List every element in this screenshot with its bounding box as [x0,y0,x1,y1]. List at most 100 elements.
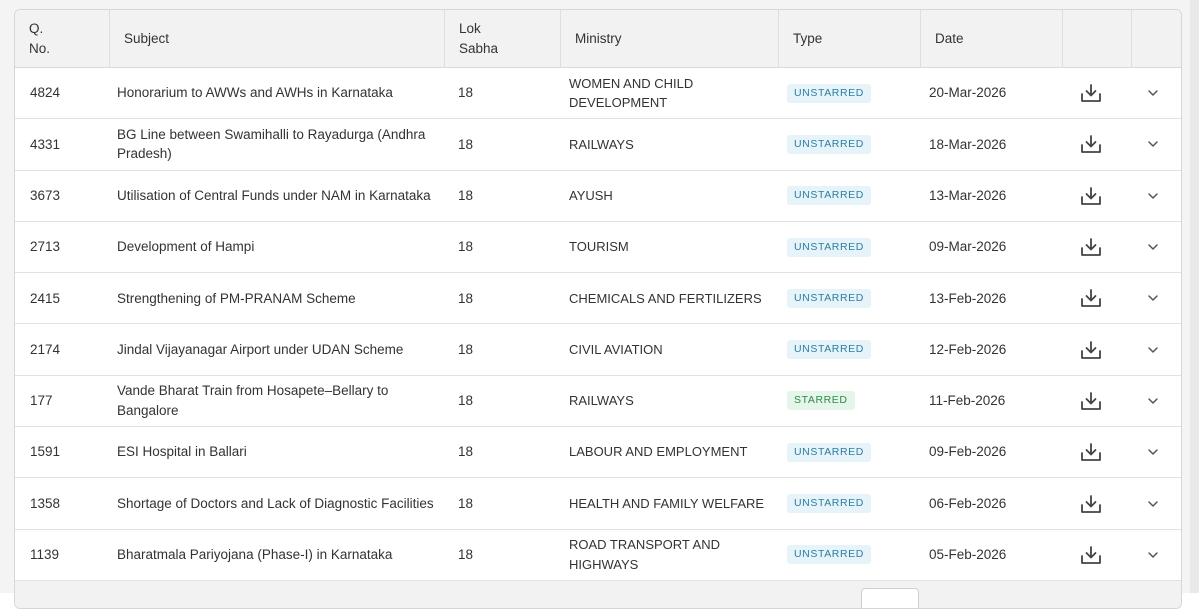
cell-ministry: WOMEN AND CHILD DEVELOPMENT [569,68,779,118]
cell-lok-sabha: 18 [458,325,558,375]
column-header-type[interactable]: Type [779,10,921,68]
qno-text: 2713 [30,239,61,255]
cell-lok-sabha: 18 [458,427,558,477]
qno-text: 1591 [30,444,61,460]
table-row[interactable]: 1139 Bharatmala Pariyojana (Phase-I) in K… [15,529,1181,581]
chevron-down-icon[interactable] [1147,551,1159,559]
cell-type: UNSTARRED [787,427,917,477]
page-size-select[interactable] [861,588,919,608]
cell-expand [1133,273,1173,323]
qno-text: 1139 [30,547,60,563]
download-icon[interactable] [1080,494,1102,514]
type-badge: UNSTARRED [787,288,871,308]
table-row[interactable]: 177 Vande Bharat Train from Hosapete–Bell… [15,375,1181,428]
lok-sabha-text: 18 [458,136,474,152]
ministry-text: RAILWAYS [569,136,634,152]
qno-text: 4331 [30,136,61,152]
column-header-qno[interactable]: Q. No. [15,10,110,68]
lok-sabha-text: 18 [458,290,474,306]
chevron-down-icon[interactable] [1147,500,1159,508]
date-text: 11-Feb-2026 [929,393,1006,409]
table-row[interactable]: 3673 Utilisation of Central Funds under N… [15,170,1181,222]
download-icon[interactable] [1080,545,1102,565]
table-row[interactable]: 2415 Strengthening of PM-PRANAM Scheme 18 C… [15,273,1181,325]
download-icon[interactable] [1080,134,1102,154]
column-header-lok-sabha-label: Lok Sabha [459,21,499,56]
table-row[interactable]: 4824 Honorarium to AWWs and AWHs in Karna… [15,68,1181,120]
cell-ministry: CHEMICALS AND FERTILIZERS [569,273,779,323]
table-row[interactable]: 1358 Shortage of Doctors and Lack of Diag… [15,478,1181,530]
qno-text: 1358 [30,495,61,511]
cell-ministry: RAILWAYS [569,119,779,169]
type-badge: UNSTARRED [787,186,871,206]
cell-expand [1133,427,1173,477]
date-text: 06-Feb-2026 [929,495,1007,511]
cell-date: 13-Feb-2026 [929,273,1059,323]
cell-lok-sabha: 18 [458,376,558,426]
ministry-text: RAILWAYS [569,393,634,409]
qno-text: 3673 [30,187,61,203]
column-header-date[interactable]: Date [921,10,1063,68]
cell-qno: 4824 [30,68,110,118]
ministry-text: CIVIL AVIATION [569,341,663,357]
cell-download [1063,376,1119,426]
download-icon[interactable] [1080,237,1102,257]
lok-sabha-text: 18 [458,393,474,409]
chevron-down-icon[interactable] [1147,243,1159,251]
table-row[interactable]: 1591 ESI Hospital in Ballari 18 LABOUR AND … [15,427,1181,479]
chevron-down-icon[interactable] [1147,192,1159,200]
cell-ministry: AYUSH [569,171,779,221]
table-row[interactable]: 4331 BG Line between Swamihalli to Rayadu… [15,119,1181,171]
table-row[interactable]: 2713 Development of Hampi 18 TOURISM UNSTARR… [15,221,1181,274]
column-header-lok-sabha[interactable]: Lok Sabha [445,10,561,68]
subject-text: Utilisation of Central Funds under NAM i… [117,187,431,203]
subject-text: Strengthening of PM-PRANAM Scheme [117,290,356,306]
chevron-down-icon[interactable] [1147,294,1159,302]
column-header-subject[interactable]: Subject [110,10,445,68]
date-text: 13-Mar-2026 [929,187,1007,203]
cell-download [1063,478,1119,528]
subject-text: Honorarium to AWWs and AWHs in Karnataka [117,85,393,101]
cell-type: UNSTARRED [787,530,917,580]
questions-table: Q. No. Subject Lok Sabha Ministry Type D… [14,9,1182,609]
column-header-ministry[interactable]: Ministry [561,10,779,68]
type-badge: UNSTARRED [787,83,871,103]
cell-type: UNSTARRED [787,171,917,221]
cell-lok-sabha: 18 [458,530,558,580]
cell-date: 05-Feb-2026 [929,530,1059,580]
chevron-down-icon[interactable] [1147,448,1159,456]
column-header-expand [1132,10,1181,68]
table-row[interactable]: 2174 Jindal Vijayanagar Airport under UDA… [15,324,1181,376]
type-badge: UNSTARRED [787,237,871,257]
qno-text: 2174 [30,341,61,357]
column-header-ministry-label: Ministry [575,31,622,46]
cell-subject: BG Line between Swamihalli to Rayadurga … [117,119,447,169]
cell-type: UNSTARRED [787,68,917,118]
cell-qno: 177 [30,376,110,426]
cell-date: 20-Mar-2026 [929,68,1059,118]
download-icon[interactable] [1080,288,1102,308]
download-icon[interactable] [1080,442,1102,462]
cell-date: 13-Mar-2026 [929,171,1059,221]
lok-sabha-text: 18 [458,495,474,511]
download-icon[interactable] [1080,83,1102,103]
lok-sabha-text: 18 [458,85,474,101]
chevron-down-icon[interactable] [1147,346,1159,354]
subject-text: Development of Hampi [117,239,255,255]
type-badge: UNSTARRED [787,134,871,154]
chevron-down-icon[interactable] [1147,397,1159,405]
cell-subject: Bharatmala Pariyojana (Phase-I) in Karna… [117,530,447,580]
date-text: 12-Feb-2026 [929,341,1007,357]
cell-lok-sabha: 18 [458,478,558,528]
chevron-down-icon[interactable] [1147,89,1159,97]
download-icon[interactable] [1080,186,1102,206]
download-icon[interactable] [1080,391,1102,411]
download-icon[interactable] [1080,340,1102,360]
cell-download [1063,119,1119,169]
type-badge: UNSTARRED [787,442,871,462]
page-scrollbar[interactable] [1190,0,1199,593]
chevron-down-icon[interactable] [1147,140,1159,148]
lok-sabha-text: 18 [458,444,474,460]
qno-text: 177 [30,393,53,409]
date-text: 18-Mar-2026 [929,136,1007,152]
